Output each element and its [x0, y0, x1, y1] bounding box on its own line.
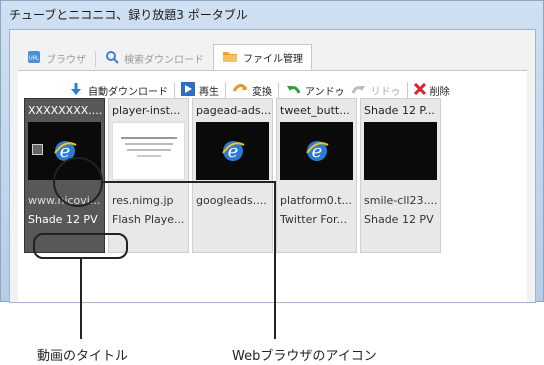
- file-source-url: smile-cll23....: [364, 194, 438, 207]
- file-title: tweet_butt...: [280, 104, 350, 117]
- tab-search-download[interactable]: 検索ダウンロード: [96, 46, 213, 70]
- file-title: player-inst...: [112, 104, 181, 117]
- file-video-title: Shade 12 PV: [364, 213, 434, 226]
- auto-download-button[interactable]: 自動ダウンロード: [68, 81, 168, 100]
- file-source-url: googleads....: [196, 194, 267, 207]
- video-title-callout-oval: [33, 233, 128, 259]
- window-title: チューブとニコニコ、録り放題3 ポータブル: [9, 8, 248, 22]
- undo-button[interactable]: アンドゥ: [285, 82, 345, 99]
- callout-line: [103, 181, 275, 183]
- undo-icon: [285, 82, 301, 99]
- convert-label: 変換: [252, 86, 272, 98]
- svg-text:URL: URL: [29, 55, 39, 61]
- file-thumbnail: [112, 122, 185, 180]
- file-card[interactable]: Shade 12 P... smile-cll23.... Shade 12 P…: [360, 98, 441, 253]
- tab-label: 検索ダウンロード: [124, 54, 204, 66]
- callout-line: [80, 259, 82, 339]
- redo-label: リドゥ: [370, 86, 401, 98]
- browser-icon-callout-circle: [53, 157, 103, 207]
- tab-file-manager[interactable]: ファイル管理: [213, 44, 312, 70]
- delete-button[interactable]: 削除: [413, 82, 450, 98]
- document-preview-icon: [121, 137, 177, 157]
- video-title-callout-label: 動画のタイトル: [37, 349, 129, 364]
- search-icon: [105, 50, 119, 67]
- delete-icon: [413, 82, 426, 98]
- selection-checkbox[interactable]: [32, 144, 43, 155]
- file-video-title: Twitter For...: [280, 213, 348, 226]
- file-title: XXXXXXXX....: [28, 104, 102, 117]
- file-thumbnail: e: [280, 122, 353, 180]
- redo-button[interactable]: リドゥ: [351, 82, 401, 99]
- toolbar-divider: [278, 82, 279, 98]
- callout-line: [274, 181, 276, 339]
- file-source-url: platform0.t...: [280, 194, 353, 207]
- file-video-title: Flash Playe...: [112, 213, 185, 226]
- delete-label: 削除: [429, 86, 450, 98]
- undo-label: アンドゥ: [305, 86, 345, 98]
- toolbar-divider: [174, 82, 175, 98]
- play-button[interactable]: 再生: [181, 81, 219, 99]
- redo-icon: [351, 82, 367, 99]
- file-card[interactable]: pagead-ads... e googleads....: [192, 98, 273, 253]
- browser-icon-callout-label: Webブラウザのアイコン: [232, 349, 377, 364]
- tab-bar: URL ブラウザ 検索ダウンロード ファイル管理: [18, 44, 312, 70]
- convert-button[interactable]: 変換: [232, 81, 272, 100]
- ie-icon: e: [306, 141, 329, 162]
- folder-icon: [222, 49, 238, 66]
- file-thumbnail: [364, 122, 437, 180]
- tab-browser[interactable]: URL ブラウザ: [18, 46, 95, 70]
- file-title: Shade 12 P...: [364, 104, 435, 117]
- auto-download-icon: [68, 81, 84, 100]
- url-icon: URL: [27, 50, 41, 67]
- play-icon: [181, 81, 195, 99]
- convert-icon: [232, 81, 248, 100]
- file-title: pagead-ads...: [196, 104, 270, 117]
- tab-label: ブラウザ: [46, 54, 86, 66]
- file-video-title: Shade 12 PV: [28, 213, 98, 226]
- file-card[interactable]: tweet_butt... e platform0.t... Twitter F…: [276, 98, 357, 253]
- file-source-url: res.nimg.jp: [112, 194, 174, 207]
- toolbar-divider: [406, 82, 408, 98]
- play-label: 再生: [199, 86, 219, 98]
- ie-icon: e: [222, 141, 245, 162]
- file-thumbnail: e: [196, 122, 269, 180]
- tab-label: ファイル管理: [243, 53, 303, 65]
- toolbar-divider: [225, 82, 226, 98]
- file-card[interactable]: player-inst... res.nimg.jp Flash Playe..…: [108, 98, 189, 253]
- auto-download-label: 自動ダウンロード: [88, 86, 168, 98]
